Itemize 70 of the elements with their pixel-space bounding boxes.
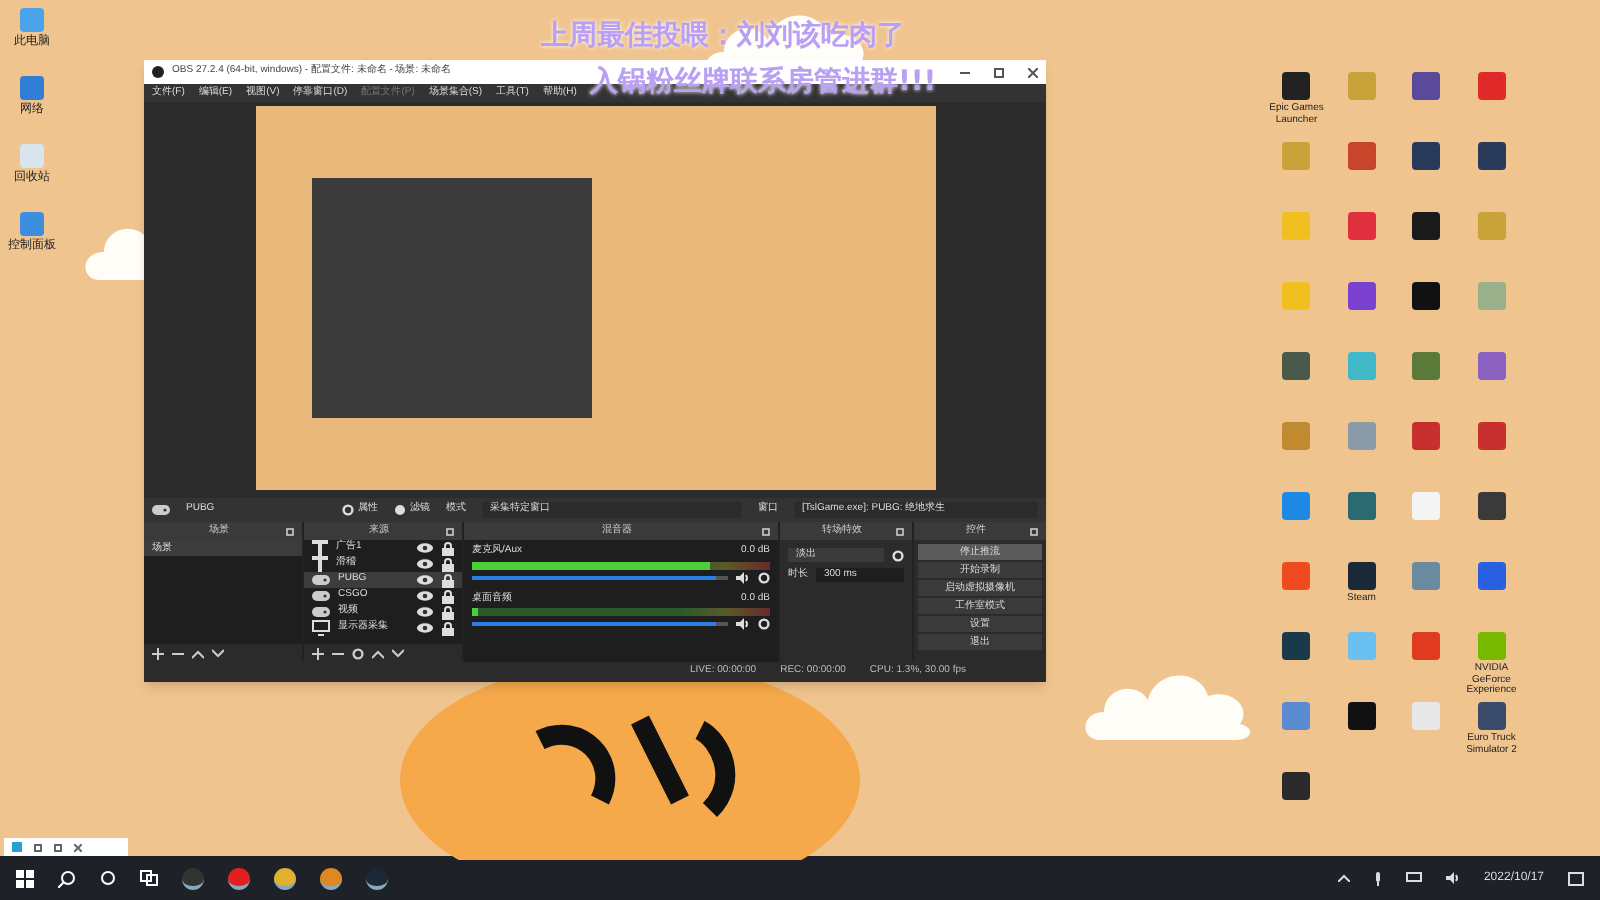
maximize-icon[interactable]	[994, 67, 1004, 77]
speaker-icon[interactable]	[1445, 872, 1460, 884]
desktop-icon[interactable]	[1477, 142, 1506, 170]
notification-icon[interactable]	[1568, 871, 1584, 885]
desktop-icon[interactable]	[1477, 702, 1506, 730]
task-view-icon[interactable]	[140, 870, 158, 886]
eye-icon[interactable]	[416, 606, 434, 618]
desktop-icon[interactable]	[1347, 702, 1376, 730]
gear-icon	[342, 504, 354, 516]
desktop-icon[interactable]	[1282, 72, 1311, 100]
network-icon[interactable]	[1405, 872, 1422, 884]
eye-icon[interactable]	[416, 622, 434, 634]
taskbar-app-icon[interactable]	[228, 867, 250, 889]
desktop-icon[interactable]	[1412, 282, 1441, 310]
filter-icon	[394, 504, 406, 516]
add-icon[interactable]	[312, 647, 324, 659]
gamepad-icon	[312, 574, 330, 586]
undock-icon[interactable]	[286, 527, 294, 535]
undock-icon[interactable]	[1030, 527, 1038, 535]
eye-icon[interactable]	[416, 590, 434, 602]
add-icon[interactable]	[152, 647, 164, 659]
lock-icon[interactable]	[442, 589, 454, 603]
app-logo-icon	[152, 66, 164, 78]
chevron-up-icon[interactable]	[1337, 874, 1350, 882]
eye-icon[interactable]	[416, 574, 434, 586]
lock-icon[interactable]	[442, 541, 454, 555]
desktop-icon[interactable]	[1282, 632, 1311, 660]
restore-icon[interactable]	[34, 843, 42, 851]
gear-icon[interactable]	[352, 647, 364, 659]
undock-icon[interactable]	[446, 527, 454, 535]
lock-icon[interactable]	[442, 557, 454, 571]
speaker-icon[interactable]	[736, 618, 750, 630]
desktop-icon[interactable]	[1477, 492, 1506, 520]
windows-logo-icon[interactable]	[16, 869, 34, 887]
desktop-icon[interactable]	[1347, 562, 1376, 590]
circle-icon[interactable]	[100, 870, 116, 886]
minimize-icon[interactable]	[960, 71, 970, 73]
undock-icon[interactable]	[896, 527, 904, 535]
close-icon[interactable]	[1028, 67, 1038, 77]
undock-icon[interactable]	[762, 527, 770, 535]
desktop-icon[interactable]	[1412, 212, 1441, 240]
eye-icon[interactable]	[416, 542, 434, 554]
taskbar-app-icon[interactable]	[182, 867, 204, 889]
remove-icon[interactable]	[332, 647, 344, 659]
down-icon[interactable]	[392, 647, 404, 659]
gamepad-icon	[312, 590, 330, 602]
lock-icon[interactable]	[442, 621, 454, 635]
up-icon[interactable]	[372, 647, 384, 659]
gear-icon[interactable]	[758, 618, 770, 630]
speaker-icon[interactable]	[736, 571, 750, 583]
desktop-icon[interactable]	[1282, 772, 1311, 800]
eye-icon[interactable]	[416, 558, 434, 570]
remove-icon[interactable]	[172, 647, 184, 659]
gear-icon[interactable]	[758, 571, 770, 583]
app-icon	[12, 842, 22, 852]
gear-icon[interactable]	[892, 549, 904, 561]
taskbar-app-icon[interactable]	[366, 867, 388, 889]
monitor-icon	[312, 620, 330, 636]
search-icon[interactable]	[58, 869, 76, 887]
maximize-icon[interactable]	[54, 843, 62, 851]
taskbar-app-icon[interactable]	[320, 867, 342, 889]
desktop-icon[interactable]	[1412, 142, 1441, 170]
lock-icon[interactable]	[442, 605, 454, 619]
up-icon[interactable]	[192, 647, 204, 659]
gamepad-icon	[312, 606, 330, 618]
lock-icon[interactable]	[442, 573, 454, 587]
gamepad-icon	[152, 504, 170, 516]
down-icon[interactable]	[212, 647, 224, 659]
close-icon[interactable]	[74, 843, 82, 851]
taskbar-app-icon[interactable]	[274, 867, 296, 889]
